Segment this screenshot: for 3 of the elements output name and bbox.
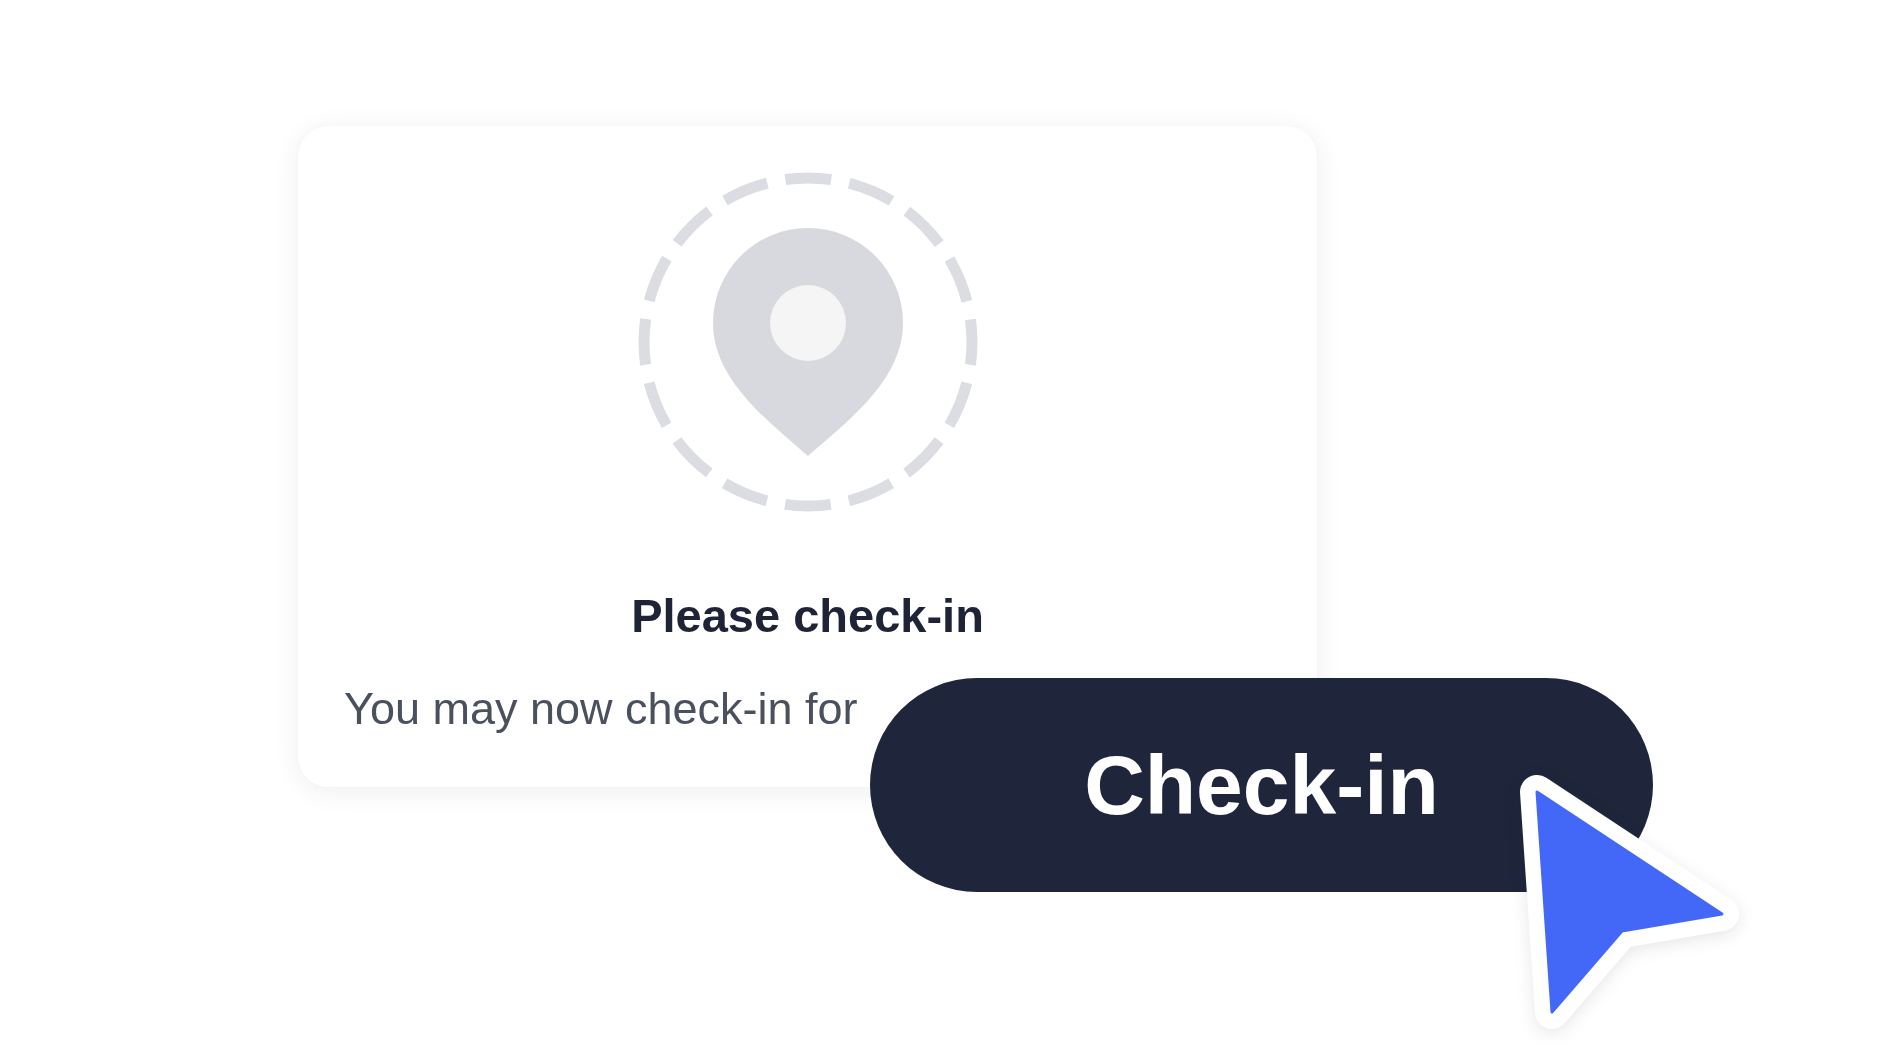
check-in-button[interactable]: Check-in [870,678,1653,892]
card-title: Please check-in [631,588,984,644]
card-message: You may now check-in for [344,684,858,734]
